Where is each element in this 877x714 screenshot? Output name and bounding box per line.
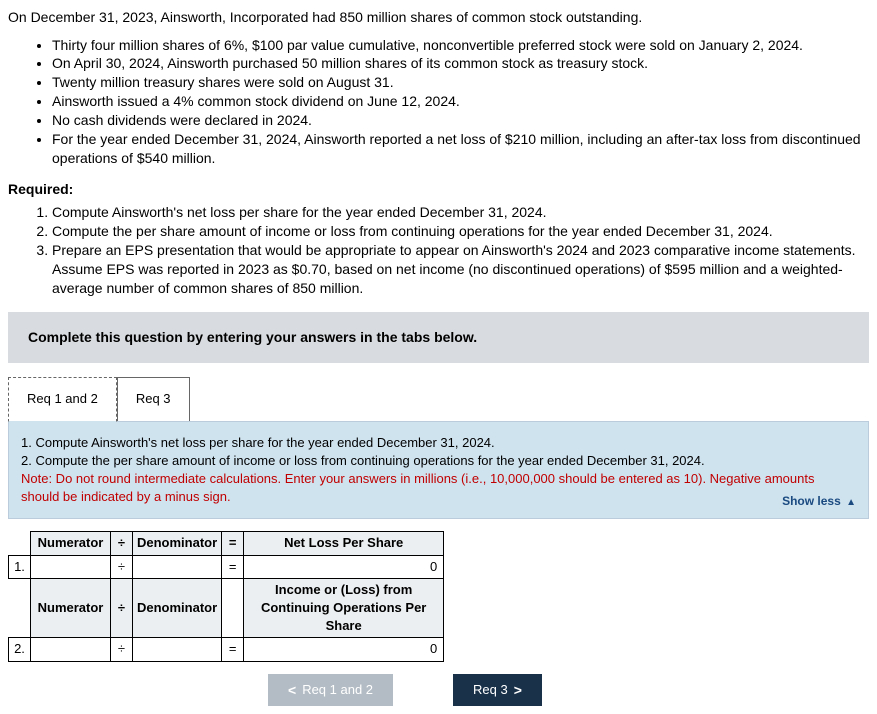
denominator-input-2[interactable] (133, 638, 222, 661)
header-denominator: Denominator (133, 532, 222, 555)
row-index-1: 1. (9, 555, 31, 578)
numerator-input-2[interactable] (31, 638, 111, 661)
fact-list: Thirty four million shares of 6%, $100 p… (8, 36, 869, 168)
divide-symbol: ÷ (111, 555, 133, 578)
header-divide-2: ÷ (111, 578, 133, 638)
next-button[interactable]: Req 3 > (453, 674, 542, 706)
requirement-item: Prepare an EPS presentation that would b… (52, 241, 869, 298)
header-divide: ÷ (111, 532, 133, 555)
show-less-toggle[interactable]: Show less ▲ (782, 493, 856, 510)
numerator-input-1[interactable] (31, 555, 111, 578)
denominator-input-1[interactable] (133, 555, 222, 578)
divide-symbol-2: ÷ (111, 638, 133, 661)
instruction-banner: Complete this question by entering your … (8, 312, 869, 364)
calculation-table: Numerator ÷ Denominator = Net Loss Per S… (8, 531, 444, 661)
caret-up-icon: ▲ (846, 496, 856, 510)
tab-req-1-and-2[interactable]: Req 1 and 2 (8, 377, 117, 421)
tab-panel-req-1-and-2: 1. Compute Ainsworth's net loss per shar… (8, 421, 869, 520)
fact-item: On April 30, 2024, Ainsworth purchased 5… (52, 54, 869, 73)
tab-instruction-line: 2. Compute the per share amount of incom… (21, 452, 856, 470)
fact-item: Ainsworth issued a 4% common stock divid… (52, 92, 869, 111)
tab-instruction-line: 1. Compute Ainsworth's net loss per shar… (21, 434, 856, 452)
fact-item: Twenty million treasury shares were sold… (52, 73, 869, 92)
fact-item: No cash dividends were declared in 2024. (52, 111, 869, 130)
requirement-item: Compute the per share amount of income o… (52, 222, 869, 241)
chevron-right-icon: > (514, 682, 522, 698)
header-net-loss-per-share: Net Loss Per Share (244, 532, 444, 555)
tab-req-3[interactable]: Req 3 (117, 377, 190, 421)
prev-button-label: Req 1 and 2 (302, 682, 373, 697)
nav-button-row: < Req 1 and 2 Req 3 > (268, 674, 869, 706)
requirement-item: Compute Ainsworth's net loss per share f… (52, 203, 869, 222)
row-index-2: 2. (9, 638, 31, 661)
tab-note: Note: Do not round intermediate calculat… (21, 470, 856, 506)
show-less-label: Show less (782, 494, 841, 508)
result-continuing-ops-per-share: 0 (244, 638, 444, 661)
fact-item: Thirty four million shares of 6%, $100 p… (52, 36, 869, 55)
result-net-loss-per-share: 0 (244, 555, 444, 578)
next-button-label: Req 3 (473, 682, 508, 697)
header-numerator: Numerator (31, 532, 111, 555)
fact-item: For the year ended December 31, 2024, Ai… (52, 130, 869, 168)
header-equals: = (222, 532, 244, 555)
header-denominator-2: Denominator (133, 578, 222, 638)
problem-intro: On December 31, 2023, Ainsworth, Incorpo… (8, 8, 869, 28)
equals-symbol: = (222, 555, 244, 578)
chevron-left-icon: < (288, 682, 296, 698)
header-numerator-2: Numerator (31, 578, 111, 638)
tab-strip: Req 1 and 2 Req 3 (8, 377, 869, 421)
required-heading: Required: (8, 180, 869, 200)
equals-symbol-2: = (222, 638, 244, 661)
header-continuing-ops-per-share: Income or (Loss) from Continuing Operati… (244, 578, 444, 638)
prev-button[interactable]: < Req 1 and 2 (268, 674, 393, 706)
requirements-list: Compute Ainsworth's net loss per share f… (8, 203, 869, 297)
